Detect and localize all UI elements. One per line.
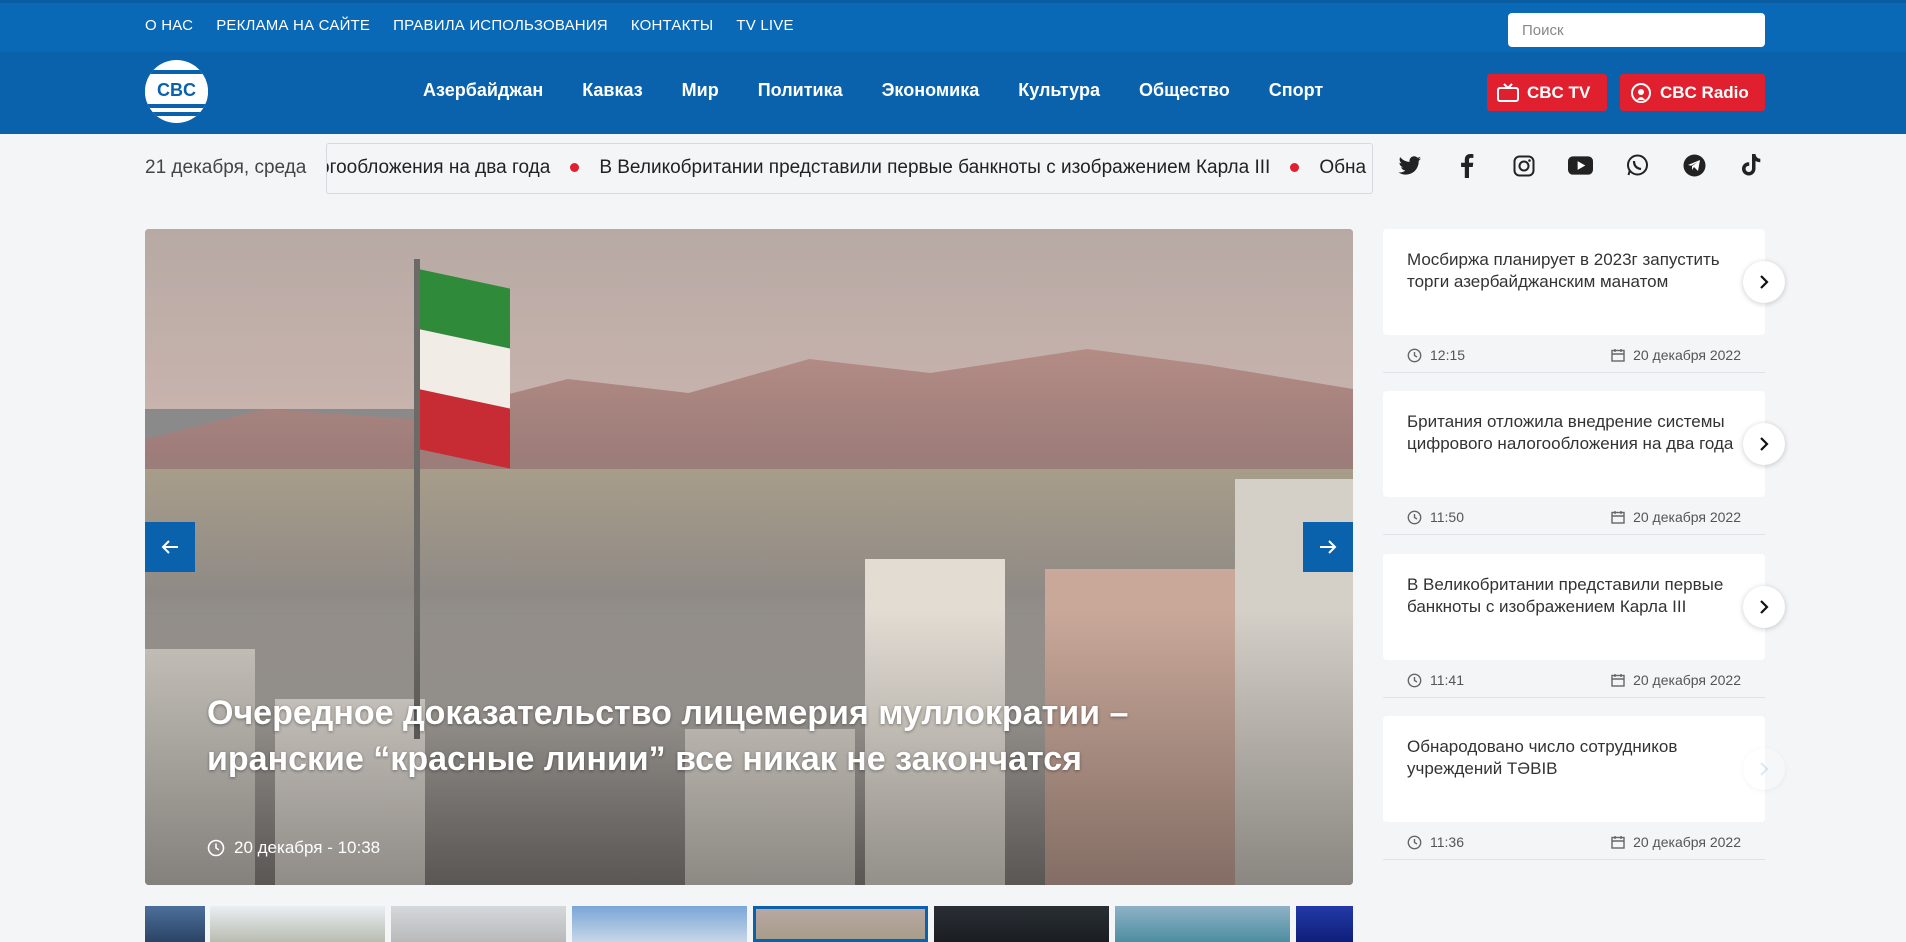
cbc-radio-button[interactable]: CBC Radio [1620, 74, 1765, 111]
news-card-meta: 12:15 20 декабря 2022 [1383, 337, 1765, 373]
thumbnail[interactable] [391, 906, 566, 942]
news-ticker: огообложения на два года В Великобритании… [326, 143, 1373, 194]
ticker-item[interactable]: В Великобритании представили первые банк… [599, 157, 1270, 178]
facebook-icon[interactable] [1454, 153, 1479, 178]
chevron-right-icon [1760, 600, 1769, 614]
calendar-icon [1611, 674, 1625, 687]
thumbnail[interactable] [210, 906, 385, 942]
news-card[interactable]: В Великобритании представили первые банк… [1383, 554, 1785, 660]
news-card[interactable]: Обнародовано число сотрудников учреждени… [1383, 716, 1785, 822]
cbc-tv-button[interactable]: CBC TV [1487, 74, 1607, 111]
slider-prev-button[interactable] [145, 522, 195, 572]
hero-image-flag [420, 269, 510, 469]
tiktok-icon[interactable] [1739, 153, 1764, 178]
news-card-date: 20 декабря 2022 [1633, 834, 1741, 850]
arrow-left-icon [161, 540, 178, 554]
top-links: О НАС РЕКЛАМА НА САЙТЕ ПРАВИЛА ИСПОЛЬЗОВ… [145, 17, 794, 34]
slider-next-button[interactable] [1303, 522, 1353, 572]
top-link-about[interactable]: О НАС [145, 17, 193, 34]
hero-date: 20 декабря - 10:38 [207, 838, 380, 858]
clock-icon [1407, 348, 1422, 362]
thumbnail[interactable] [572, 906, 747, 942]
cbc-radio-label: CBC Radio [1660, 82, 1749, 102]
clock-icon [207, 839, 225, 857]
hero-headline[interactable]: Очередное доказательство лицемерия мулло… [207, 690, 1237, 782]
news-card-time: 12:15 [1430, 347, 1466, 363]
ticker-dot [570, 163, 580, 173]
news-card-time: 11:50 [1430, 509, 1464, 525]
nav-item-politics[interactable]: Политика [758, 80, 843, 101]
instagram-icon[interactable] [1511, 153, 1536, 178]
telegram-icon[interactable] [1682, 153, 1707, 178]
logo-text: CBC [145, 78, 208, 102]
hero-date-text: 20 декабря - 10:38 [234, 838, 381, 857]
youtube-icon[interactable] [1568, 153, 1593, 178]
news-card-date: 20 декабря 2022 [1633, 672, 1741, 688]
news-card-date: 20 декабря 2022 [1633, 347, 1741, 363]
clock-icon [1407, 510, 1422, 524]
nav-item-caucasus[interactable]: Кавказ [582, 80, 642, 101]
calendar-icon [1611, 349, 1625, 362]
tv-icon [1497, 82, 1519, 102]
chevron-right-icon [1760, 762, 1769, 776]
twitter-icon[interactable] [1397, 153, 1422, 178]
news-card-open-button[interactable] [1743, 261, 1785, 303]
current-date: 21 декабря, среда [145, 157, 307, 178]
news-card-time: 11:41 [1430, 672, 1464, 688]
nav-item-sport[interactable]: Спорт [1269, 80, 1323, 101]
ticker-dot [1290, 163, 1300, 173]
ticker-item[interactable]: Обна [1319, 157, 1366, 178]
news-card-open-button[interactable] [1743, 423, 1785, 465]
news-card-title[interactable]: Мосбиржа планирует в 2023г запустить тор… [1407, 249, 1747, 293]
site-logo[interactable]: CBC [145, 60, 208, 123]
chevron-right-icon [1760, 275, 1769, 289]
thumbnail[interactable] [145, 906, 205, 942]
nav-item-culture[interactable]: Культура [1018, 80, 1100, 101]
thumbnail[interactable] [1115, 906, 1290, 942]
hero-slider[interactable] [145, 229, 1353, 885]
clock-icon [1407, 673, 1422, 687]
thumbnail[interactable] [934, 906, 1109, 942]
social-links [1397, 153, 1764, 178]
thumbnail[interactable] [1296, 906, 1353, 942]
ticker-item[interactable]: огообложения на два года [327, 157, 550, 178]
news-card-meta: 11:41 20 декабря 2022 [1383, 662, 1765, 698]
thumbnail-active[interactable] [753, 906, 928, 942]
whatsapp-icon[interactable] [1625, 153, 1650, 178]
calendar-icon [1611, 511, 1625, 524]
top-bar: О НАС РЕКЛАМА НА САЙТЕ ПРАВИЛА ИСПОЛЬЗОВ… [0, 0, 1906, 52]
main-nav: Азербайджан Кавказ Мир Политика Экономик… [423, 80, 1323, 101]
news-card-meta: 11:36 20 декабря 2022 [1383, 824, 1765, 860]
news-card[interactable]: Британия отложила внедрение системы цифр… [1383, 391, 1785, 497]
news-card-open-button[interactable] [1743, 586, 1785, 628]
nav-item-economy[interactable]: Экономика [882, 80, 980, 101]
top-link-rules[interactable]: ПРАВИЛА ИСПОЛЬЗОВАНИЯ [393, 17, 608, 34]
news-card-title[interactable]: В Великобритании представили первые банк… [1407, 574, 1747, 618]
search-input[interactable] [1508, 13, 1765, 47]
top-link-advertising[interactable]: РЕКЛАМА НА САЙТЕ [216, 17, 370, 34]
news-card[interactable]: Мосбиржа планирует в 2023г запустить тор… [1383, 229, 1785, 335]
cbc-tv-label: CBC TV [1527, 82, 1591, 102]
clock-icon [1407, 835, 1422, 849]
slider-thumbnails [145, 906, 1353, 942]
nav-item-society[interactable]: Общество [1139, 80, 1230, 101]
news-card-title[interactable]: Британия отложила внедрение системы цифр… [1407, 411, 1747, 455]
calendar-icon [1611, 836, 1625, 849]
news-card-title[interactable]: Обнародовано число сотрудников учреждени… [1407, 736, 1747, 780]
top-link-contacts[interactable]: КОНТАКТЫ [631, 17, 714, 34]
radio-icon [1631, 82, 1651, 103]
news-card-open-button[interactable] [1743, 748, 1785, 790]
nav-item-world[interactable]: Мир [682, 80, 719, 101]
news-card-time: 11:36 [1430, 834, 1464, 850]
chevron-right-icon [1760, 437, 1769, 451]
top-link-tv-live[interactable]: TV LIVE [736, 17, 793, 34]
news-card-date: 20 декабря 2022 [1633, 509, 1741, 525]
nav-item-azerbaijan[interactable]: Азербайджан [423, 80, 543, 101]
arrow-right-icon [1320, 540, 1337, 554]
news-card-meta: 11:50 20 декабря 2022 [1383, 499, 1765, 535]
